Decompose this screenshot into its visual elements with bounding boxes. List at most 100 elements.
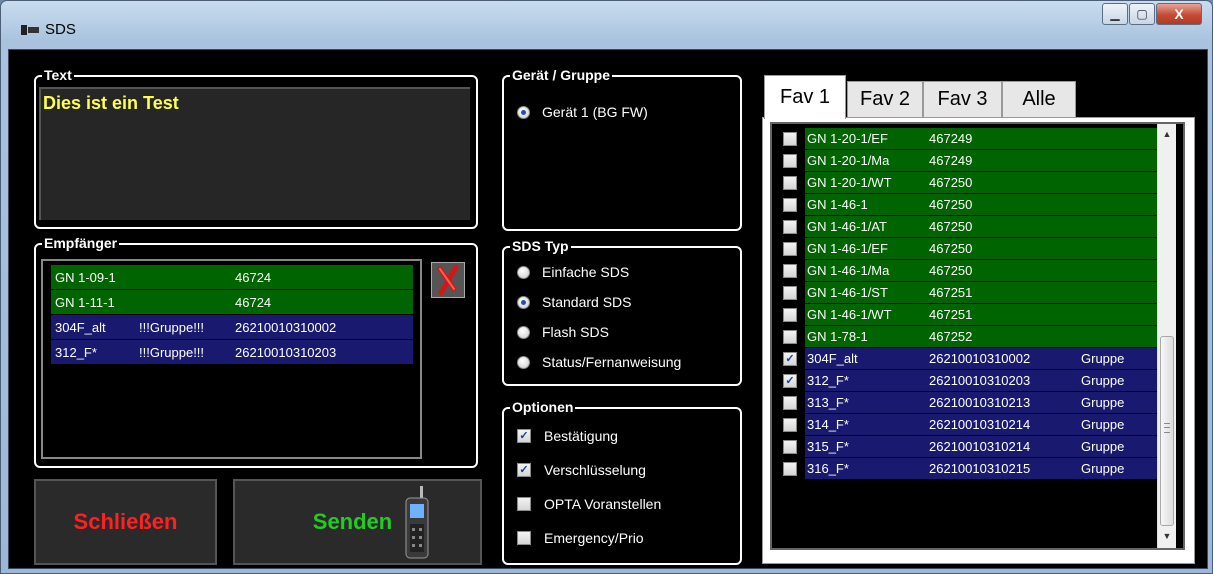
table-row[interactable]: 304F_alt !!!Gruppe!!! 26210010310002 — [51, 315, 413, 339]
sds-type-radio[interactable] — [517, 326, 530, 339]
maximize-button[interactable]: ▢ — [1129, 3, 1155, 25]
favorite-id: 467252 — [929, 329, 973, 344]
favorite-name: GN 1-20-1/WT — [807, 175, 892, 190]
table-row[interactable]: GN 1-11-1 46724 — [51, 290, 413, 314]
option-label: Bestätigung — [544, 428, 618, 444]
favorite-checkbox[interactable] — [783, 264, 797, 278]
favorite-name: GN 1-20-1/EF — [807, 131, 888, 146]
tab-fav-2[interactable]: Fav 2 — [847, 81, 923, 117]
favorite-checkbox[interactable] — [783, 330, 797, 344]
favorite-checkbox[interactable] — [783, 154, 797, 168]
list-item[interactable]: 313_F* 26210010310213 Gruppe — [783, 392, 1157, 413]
remove-recipient-button[interactable] — [431, 262, 465, 298]
window-title: SDS — [45, 21, 76, 38]
sds-type-label: Flash SDS — [542, 324, 609, 340]
favorite-checkbox[interactable]: ✓ — [783, 352, 797, 366]
list-item[interactable]: 316_F* 26210010310215 Gruppe — [783, 458, 1157, 479]
favorite-id: 26210010310213 — [929, 395, 1031, 410]
list-item[interactable]: GN 1-20-1/EF 467249 — [783, 128, 1157, 149]
table-row[interactable]: GN 1-09-1 46724 — [51, 265, 413, 289]
tab-fav-4[interactable]: Alle — [1002, 81, 1076, 117]
scroll-down-icon[interactable]: ▼ — [1158, 528, 1176, 544]
option-label: OPTA Voranstellen — [544, 496, 662, 512]
list-item[interactable]: ✓ 312_F* 26210010310203 Gruppe — [783, 370, 1157, 391]
close-window-button[interactable]: X — [1156, 3, 1202, 25]
favorite-name: GN 1-46-1 — [807, 197, 868, 212]
minimize-button[interactable]: ▁ — [1102, 3, 1128, 25]
list-item[interactable]: ✓ 304F_alt 26210010310002 Gruppe — [783, 348, 1157, 369]
sds-type-radio[interactable] — [517, 296, 530, 309]
table-row[interactable]: 312_F* !!!Gruppe!!! 26210010310203 — [51, 340, 413, 364]
favorite-checkbox[interactable]: ✓ — [783, 374, 797, 388]
favorite-name: 315_F* — [807, 439, 849, 454]
list-item[interactable]: GN 1-46-1 467250 — [783, 194, 1157, 215]
scroll-up-icon[interactable]: ▲ — [1158, 126, 1176, 142]
text-group-legend: Text — [42, 66, 74, 84]
favorite-type: Gruppe — [1081, 395, 1125, 410]
favorite-name: GN 1-46-1/Ma — [807, 263, 890, 278]
recipient-id: 26210010310203 — [235, 344, 337, 360]
device-group-legend: Gerät / Gruppe — [510, 66, 613, 84]
favorite-name: GN 1-46-1/WT — [807, 307, 892, 322]
recipient-type: !!!Gruppe!!! — [139, 344, 205, 360]
favorite-checkbox[interactable] — [783, 132, 797, 146]
sds-type-legend: SDS Typ — [510, 237, 571, 255]
options-legend: Optionen — [510, 398, 576, 416]
list-item[interactable]: GN 1-20-1/Ma 467249 — [783, 150, 1157, 171]
favorite-checkbox[interactable] — [783, 440, 797, 454]
sds-window: SDS ▁ ▢ X Text Dies ist ein Test Empfäng… — [0, 0, 1213, 574]
list-item[interactable]: GN 1-46-1/Ma 467250 — [783, 260, 1157, 281]
device-radio-label: Gerät 1 (BG FW) — [542, 104, 648, 120]
title-bar[interactable]: SDS ▁ ▢ X — [1, 1, 1212, 49]
sds-type-radio[interactable] — [517, 266, 530, 279]
list-item[interactable]: GN 1-46-1/ST 467251 — [783, 282, 1157, 303]
tab-fav-3[interactable]: Fav 3 — [923, 81, 1002, 117]
favorite-name: 314_F* — [807, 417, 849, 432]
favorite-checkbox[interactable] — [783, 462, 797, 476]
favorite-checkbox[interactable] — [783, 286, 797, 300]
favorite-type: Gruppe — [1081, 351, 1125, 366]
close-button[interactable]: Schließen — [34, 479, 217, 565]
favorite-type: Gruppe — [1081, 373, 1125, 388]
tab-fav-1[interactable]: Fav 1 — [764, 75, 846, 119]
device-group: Gerät / Gruppe — [502, 66, 742, 231]
favorite-checkbox[interactable] — [783, 198, 797, 212]
list-item[interactable]: 315_F* 26210010310214 Gruppe — [783, 436, 1157, 457]
recipient-type: !!!Gruppe!!! — [139, 319, 205, 335]
option-checkbox[interactable] — [517, 531, 531, 545]
close-button-label: Schließen — [73, 509, 178, 534]
favorites-scrollbar[interactable]: ▲ ▼ — [1157, 124, 1176, 548]
list-item[interactable]: GN 1-46-1/WT 467251 — [783, 304, 1157, 325]
favorite-id: 26210010310214 — [929, 417, 1031, 432]
favorite-checkbox[interactable] — [783, 176, 797, 190]
list-item[interactable]: GN 1-46-1/EF 467250 — [783, 238, 1157, 259]
recipients-legend: Empfänger — [42, 234, 120, 252]
favorite-id: 467250 — [929, 241, 973, 256]
favorite-type: Gruppe — [1081, 417, 1125, 432]
list-item[interactable]: GN 1-20-1/WT 467250 — [783, 172, 1157, 193]
sds-type-label: Status/Fernanweisung — [542, 354, 682, 370]
favorite-checkbox[interactable] — [783, 396, 797, 410]
recipient-name: 312_F* — [55, 344, 97, 360]
list-item[interactable]: 314_F* 26210010310214 Gruppe — [783, 414, 1157, 435]
favorite-checkbox[interactable] — [783, 220, 797, 234]
option-checkbox[interactable] — [517, 497, 531, 511]
tetra-handset-icon — [405, 486, 429, 559]
favorite-checkbox[interactable] — [783, 308, 797, 322]
favorite-checkbox[interactable] — [783, 242, 797, 256]
recipient-name: GN 1-11-1 — [55, 294, 115, 310]
option-checkbox[interactable]: ✓ — [517, 429, 531, 443]
send-button-label: Senden — [312, 509, 393, 534]
option-label: Verschlüsselung — [544, 462, 646, 478]
list-item[interactable]: GN 1-78-1 467252 — [783, 326, 1157, 347]
favorites-list[interactable]: GN 1-20-1/EF 467249 GN 1-20-1/Ma 467249 GN 1… — [770, 122, 1185, 550]
sds-type-radio[interactable] — [517, 356, 530, 369]
option-checkbox[interactable]: ✓ — [517, 463, 531, 477]
favorite-id: 467249 — [929, 153, 973, 168]
send-button[interactable]: Senden — [233, 479, 482, 565]
list-item[interactable]: GN 1-46-1/AT 467250 — [783, 216, 1157, 237]
device-radio[interactable] — [517, 106, 530, 119]
scroll-thumb[interactable] — [1160, 336, 1174, 526]
recipients-list[interactable]: GN 1-09-1 46724 GN 1-11-1 46724 304F_alt !!!G… — [41, 259, 422, 459]
favorite-checkbox[interactable] — [783, 418, 797, 432]
